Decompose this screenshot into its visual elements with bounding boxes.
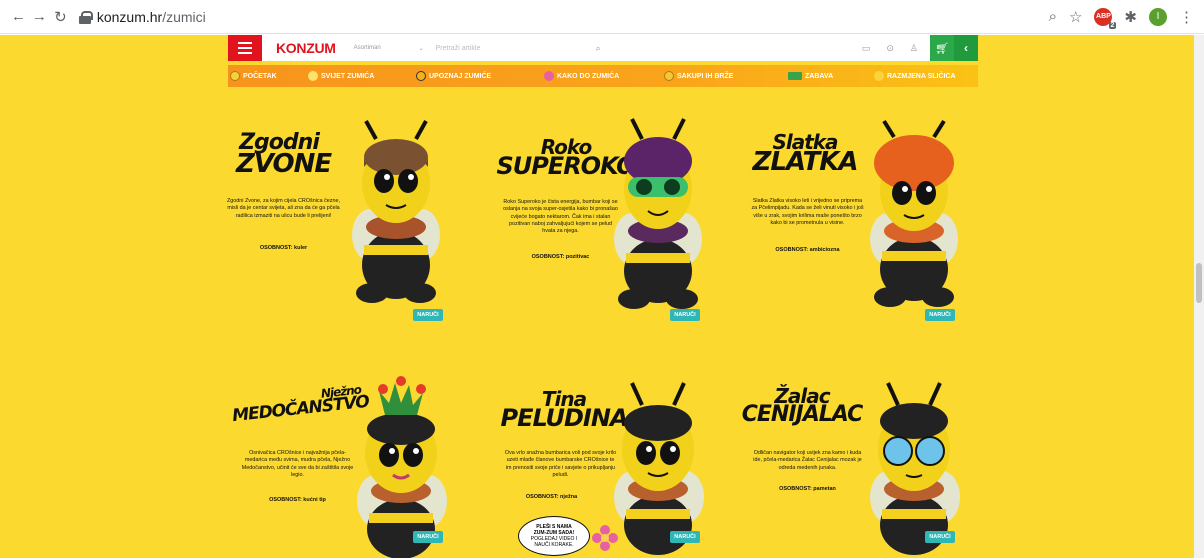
url-path: /zumici [162, 8, 206, 25]
medocanstvo-bee-image [357, 376, 447, 558]
nav-label: POČETAK [243, 72, 277, 80]
title-line2: ZVONE [236, 148, 332, 179]
nav-item-upoznaj[interactable]: UPOZNAJ ZUMIĆE [414, 71, 542, 81]
search-icon[interactable]: ⌕ [596, 43, 601, 54]
zumici-nav: POČETAK SVIJET ZUMIĆA UPOZNAJ ZUMIĆE KAK… [228, 65, 978, 87]
nav-item-sakupi[interactable]: SAKUPI IH BRŽE [662, 71, 786, 81]
nav-item-kako-do[interactable]: KAKO DO ZUMIĆA [542, 71, 662, 81]
zvone-bee-image [352, 120, 440, 303]
order-button[interactable]: NARUČI [413, 531, 443, 543]
reload-icon[interactable]: ↻ [50, 6, 71, 28]
nav-label: UPOZNAJ ZUMIĆE [429, 72, 492, 80]
character-trait: OSOBNOST: kuler [259, 245, 308, 251]
order-button[interactable]: NARUČI [925, 309, 955, 321]
forward-arrow-icon[interactable]: → [29, 6, 50, 28]
order-button[interactable]: NARUČI [670, 531, 700, 543]
category-select-value: Asortiman [353, 44, 381, 51]
search-placeholder: Pretraži artikle [435, 44, 481, 52]
catalog-icon[interactable]: ▭ [862, 43, 871, 54]
search-input[interactable]: Pretraži artikle ⌕ [436, 43, 601, 54]
profile-avatar[interactable]: I [1149, 7, 1167, 26]
character-trait: OSOBNOST: pametan [779, 486, 836, 492]
home-bee-icon [230, 71, 240, 81]
address-bar[interactable]: konzum.hr/zumici [77, 4, 1049, 30]
world-icon [308, 71, 318, 81]
title-line2: ZLATKA [752, 147, 858, 177]
character-description: Slatka Zlatka visoko leti i vrijedno se … [751, 198, 864, 226]
site-header: KONZUM Asortiman ⌄ Pretraži artikle ⌕ ▭ ⊙ … [228, 35, 978, 61]
roko-bee-image [614, 118, 702, 309]
bee-icon [416, 71, 426, 81]
kebab-menu-icon[interactable]: ⋮ [1179, 8, 1194, 26]
page-scrollbar[interactable] [1194, 35, 1204, 558]
character-title: Žalac CENIJALAC [738, 386, 866, 427]
collect-icon [664, 71, 674, 81]
adblock-extension-icon[interactable]: ABP 2 [1094, 7, 1117, 29]
nav-item-zabava[interactable]: ZABAVA [786, 72, 872, 80]
character-title: Slatka ZLATKA [750, 132, 860, 177]
nav-label: ZABAVA [805, 72, 834, 80]
flower-icon [544, 71, 554, 81]
character-description: Osnivačica CROšnice i najvažnija pčela-m… [241, 450, 354, 478]
nav-label: SVIJET ZUMIĆA [321, 72, 375, 80]
nav-label: RAZMJENA SLIČICA [887, 72, 956, 80]
location-pin-icon[interactable]: ⊙ [886, 43, 894, 54]
url-domain: konzum.hr [96, 8, 163, 25]
scrollbar-thumb[interactable] [1196, 263, 1202, 303]
zlatka-bee-image [870, 119, 958, 307]
order-button[interactable]: NARUČI [413, 309, 443, 321]
character-description: Zgodni Zvone, za kojim cijela CROšnica č… [227, 198, 340, 219]
nav-label: KAKO DO ZUMIĆA [557, 72, 620, 80]
konzum-logo[interactable]: KONZUM [276, 40, 336, 56]
bubble-line4: NAUČI KORAKE. [534, 542, 574, 548]
nav-item-pocetak[interactable]: POČETAK [228, 71, 306, 81]
zumici-page: KONZUM Asortiman ⌄ Pretraži artikle ⌕ ▭ ⊙ … [0, 35, 1194, 558]
category-select[interactable]: Asortiman ⌄ [354, 45, 424, 52]
ext-label: ABP [1096, 13, 1111, 20]
character-description: Ova vrlo snažna bumbarica voli pod svoje… [504, 450, 617, 478]
browser-toolbar: ← → ↻ konzum.hr/zumici ⌕ ☆ ABP 2 ✱ I ⋮ [0, 0, 1204, 34]
chevron-left-icon[interactable]: ‹ [954, 35, 978, 61]
dance-video-bubble[interactable]: PLEŠI S NAMA ZUM-ZUM SADA! POGLEDAJ VIDE… [518, 516, 590, 556]
order-button[interactable]: NARUČI [670, 309, 700, 321]
nav-item-razmjena[interactable]: RAZMJENA SLIČICA [872, 71, 972, 81]
flower-icon [592, 525, 618, 551]
character-trait: OSOBNOST: nježna [525, 494, 578, 500]
character-description: Odličan navigator koji uvijek zna kamo i… [753, 450, 862, 471]
chevron-down-icon: ⌄ [418, 45, 424, 52]
order-button[interactable]: NARUČI [925, 531, 955, 543]
character-trait: OSOBNOST: pozitivac [531, 254, 590, 260]
character-description: Roko Superoko je čista energija, bumbar … [503, 199, 618, 235]
tina-bee-image [614, 382, 704, 555]
cart-icon[interactable]: 🛒︎ [930, 35, 954, 61]
zoom-icon[interactable]: ⌕ [1049, 8, 1057, 25]
cards-icon [874, 71, 884, 81]
hamburger-menu-icon[interactable] [228, 35, 262, 61]
character-trait: OSOBNOST: kućni tip [269, 497, 326, 503]
back-arrow-icon[interactable]: ← [8, 6, 29, 28]
nav-label: SAKUPI IH BRŽE [677, 72, 734, 80]
title-line2: CENIJALAC [741, 402, 864, 427]
character-title: Zgodni ZVONE [236, 132, 332, 179]
lock-icon [78, 10, 93, 24]
ext-badge-count: 2 [1108, 21, 1117, 29]
user-icon[interactable]: ♙ [910, 43, 918, 54]
game-icon [788, 72, 802, 80]
nav-item-svijet[interactable]: SVIJET ZUMIĆA [306, 71, 414, 81]
character-trait: OSOBNOST: ambiciozna [775, 247, 840, 253]
bookmark-star-icon[interactable]: ☆ [1069, 8, 1082, 26]
extensions-puzzle-icon[interactable]: ✱ [1124, 8, 1137, 26]
